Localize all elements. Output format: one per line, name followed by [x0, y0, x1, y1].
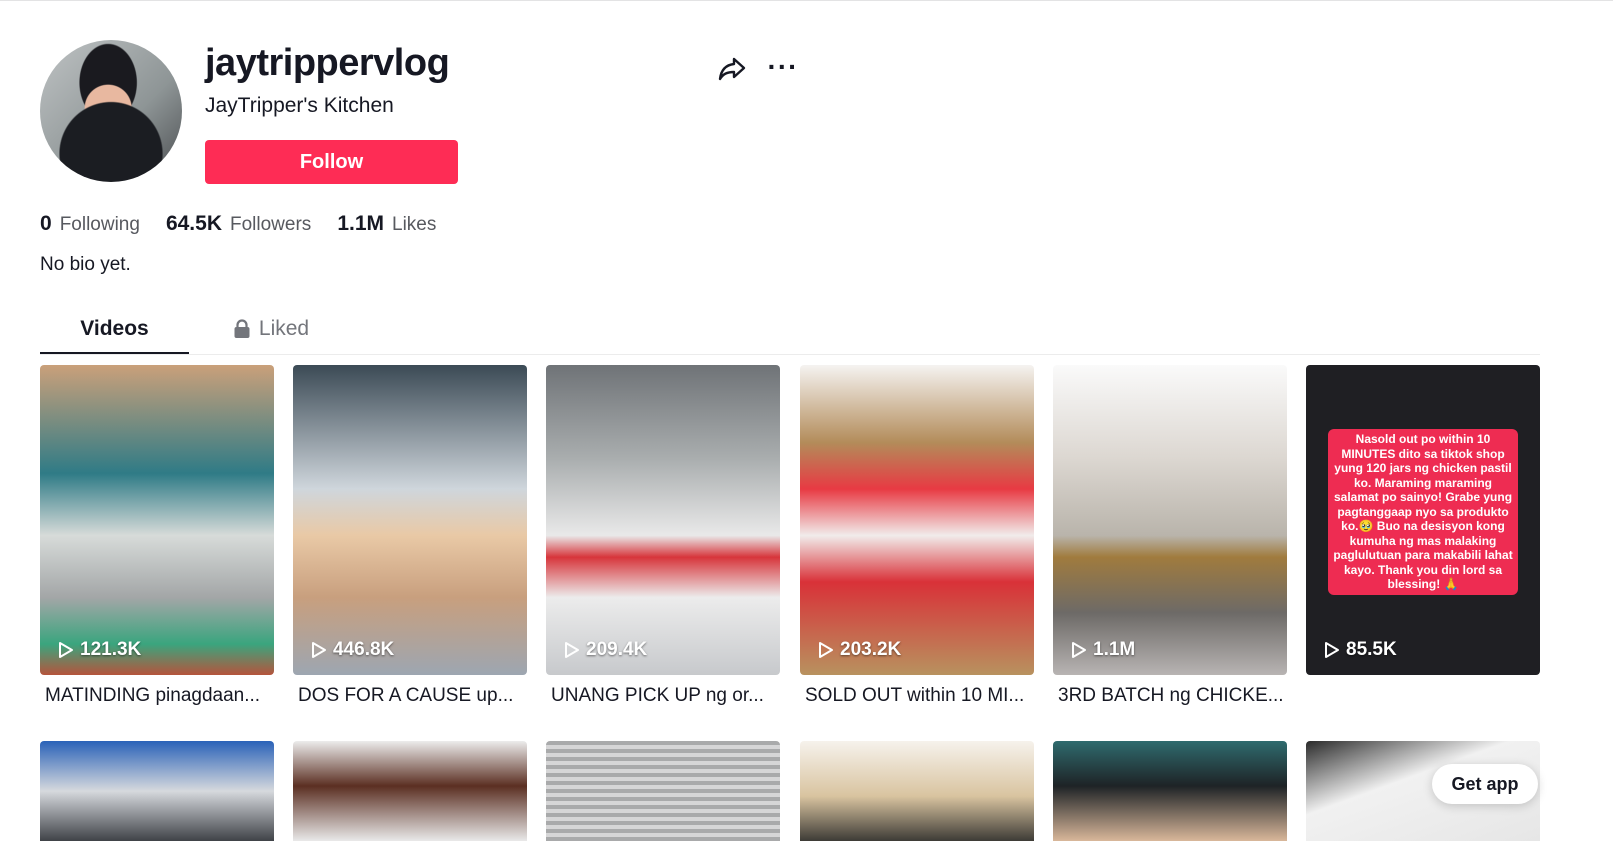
- video-caption[interactable]: DOS FOR A CAUSE up...: [293, 683, 524, 709]
- profile-nickname: JayTripper's Kitchen: [205, 94, 394, 117]
- view-count: 446.8K: [311, 639, 394, 661]
- play-icon: [1072, 642, 1086, 658]
- video-card[interactable]: 209.4K UNANG PICK UP ng or...: [546, 365, 780, 709]
- view-count-text: 209.4K: [586, 639, 648, 660]
- view-count-text: 203.2K: [840, 639, 902, 660]
- play-icon: [819, 642, 833, 658]
- video-thumbnail[interactable]: 209.4K: [546, 365, 780, 675]
- more-icon: ···: [767, 51, 799, 82]
- video-thumbnail[interactable]: 446.8K: [293, 365, 527, 675]
- stat-followers[interactable]: 64.5K Followers: [166, 210, 311, 239]
- stat-likes: 1.1M Likes: [337, 210, 436, 239]
- video-thumbnail[interactable]: 1.1M: [1053, 365, 1287, 675]
- stat-following[interactable]: 0 Following: [40, 210, 140, 239]
- view-count-text: 85.5K: [1346, 639, 1397, 660]
- video-caption[interactable]: MATINDING pinagdaan...: [40, 683, 271, 709]
- view-count: 203.2K: [818, 639, 901, 661]
- profile-username: jaytrippervlog: [205, 42, 450, 84]
- get-app-button[interactable]: Get app: [1432, 764, 1538, 804]
- tab-liked[interactable]: Liked: [228, 304, 314, 354]
- stat-value: 64.5K: [165, 212, 222, 235]
- follow-button[interactable]: Follow: [205, 140, 458, 184]
- video-caption[interactable]: SOLD OUT within 10 MI...: [800, 683, 1031, 709]
- profile-tabs: Videos Liked: [40, 304, 1540, 355]
- video-card[interactable]: Nasold out po within 10 MINUTES dito sa …: [1306, 365, 1540, 683]
- share-icon: [718, 57, 746, 81]
- profile-stats: 0 Following 64.5K Followers 1.1M Likes: [40, 210, 462, 239]
- video-thumbnail[interactable]: [546, 741, 780, 841]
- video-thumbnail[interactable]: [1053, 741, 1287, 841]
- tab-label: Liked: [258, 317, 310, 340]
- view-count: 121.3K: [58, 639, 141, 661]
- view-count: 209.4K: [564, 639, 647, 661]
- video-thumbnail[interactable]: Nasold out po within 10 MINUTES dito sa …: [1306, 365, 1540, 675]
- video-thumbnail[interactable]: 203.2K: [800, 365, 1034, 675]
- view-count: 1.1M: [1071, 639, 1135, 661]
- stat-value: 1.1M: [337, 212, 384, 235]
- video-card[interactable]: 121.3K MATINDING pinagdaan...: [40, 365, 274, 709]
- video-thumbnail[interactable]: [40, 741, 274, 841]
- video-overlay-text: Nasold out po within 10 MINUTES dito sa …: [1328, 429, 1518, 595]
- view-count: 85.5K: [1324, 639, 1397, 661]
- more-options-button[interactable]: ···: [764, 50, 802, 84]
- view-count-text: 121.3K: [80, 639, 142, 660]
- tab-label: Videos: [80, 317, 149, 340]
- view-count-text: 1.1M: [1093, 639, 1136, 660]
- video-caption[interactable]: 3RD BATCH ng CHICKE...: [1053, 683, 1284, 709]
- video-thumbnail[interactable]: [800, 741, 1034, 841]
- active-tab-indicator: [40, 352, 189, 354]
- video-caption[interactable]: UNANG PICK UP ng or...: [546, 683, 777, 709]
- stat-label: Following: [59, 214, 140, 235]
- video-card[interactable]: 1.1M 3RD BATCH ng CHICKE...: [1053, 365, 1287, 709]
- tab-videos[interactable]: Videos: [40, 304, 189, 354]
- stat-label: Likes: [392, 214, 437, 235]
- view-count-text: 446.8K: [333, 639, 395, 660]
- stat-label: Followers: [230, 214, 312, 235]
- video-card[interactable]: 446.8K DOS FOR A CAUSE up...: [293, 365, 527, 709]
- play-icon: [1325, 642, 1339, 658]
- share-button[interactable]: [714, 52, 750, 86]
- play-icon: [312, 642, 326, 658]
- video-thumbnail[interactable]: 121.3K: [40, 365, 274, 675]
- lock-icon: [234, 319, 250, 338]
- play-icon: [565, 642, 579, 658]
- stat-value: 0: [40, 212, 52, 235]
- play-icon: [59, 642, 73, 658]
- top-divider: [0, 0, 1613, 1]
- avatar[interactable]: [40, 40, 182, 182]
- video-card[interactable]: 203.2K SOLD OUT within 10 MI...: [800, 365, 1034, 709]
- video-thumbnail[interactable]: [293, 741, 527, 841]
- profile-bio: No bio yet.: [40, 254, 131, 275]
